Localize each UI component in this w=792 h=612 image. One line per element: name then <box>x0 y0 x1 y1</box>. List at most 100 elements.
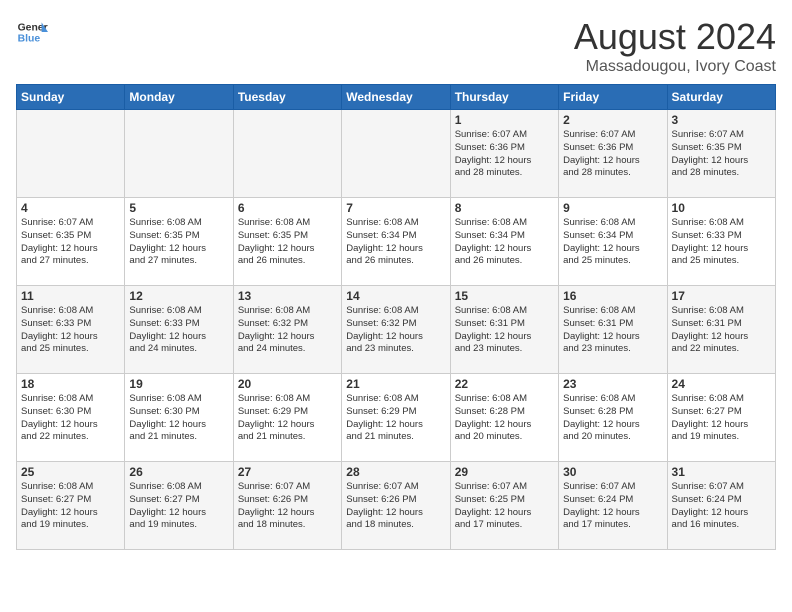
calendar-cell: 11Sunrise: 6:08 AM Sunset: 6:33 PM Dayli… <box>17 286 125 374</box>
calendar-cell: 24 Sunrise: 6:08 AM Sunset: 6:27 PM Dayli… <box>667 374 775 462</box>
calendar-cell: 17 Sunrise: 6:08 AM Sunset: 6:31 PM Dayli… <box>667 286 775 374</box>
calendar-cell: 7 Sunrise: 6:08 AM Sunset: 6:34 PM Daylig… <box>342 198 450 286</box>
calendar-cell: 28Sunrise: 6:07 AM Sunset: 6:26 PM Dayli… <box>342 462 450 550</box>
day-number: 31 <box>672 465 771 479</box>
header-tuesday: Tuesday <box>233 85 341 110</box>
day-number: 14 <box>346 289 445 303</box>
day-number: 18 <box>21 377 120 391</box>
calendar-cell: 21 Sunrise: 6:08 AM Sunset: 6:29 PM Dayli… <box>342 374 450 462</box>
day-detail: Sunrise: 6:08 AM Sunset: 6:33 PM Dayligh… <box>129 305 228 356</box>
day-detail: Sunrise: 6:07 AM Sunset: 6:25 PM Dayligh… <box>455 481 554 532</box>
day-detail: Sunrise: 6:08 AM Sunset: 6:27 PM Dayligh… <box>129 481 228 532</box>
calendar-cell: 23Sunrise: 6:08 AM Sunset: 6:28 PM Dayli… <box>559 374 667 462</box>
calendar-cell: 20Sunrise: 6:08 AM Sunset: 6:29 PM Dayli… <box>233 374 341 462</box>
calendar-cell: 30 Sunrise: 6:07 AM Sunset: 6:24 PM Dayli… <box>559 462 667 550</box>
calendar-week-row: 4 Sunrise: 6:07 AM Sunset: 6:35 PM Daylig… <box>17 198 776 286</box>
day-detail: Sunrise: 6:07 AM Sunset: 6:36 PM Dayligh… <box>563 129 662 180</box>
day-detail: Sunrise: 6:08 AM Sunset: 6:29 PM Dayligh… <box>346 393 445 444</box>
calendar-cell: 4 Sunrise: 6:07 AM Sunset: 6:35 PM Daylig… <box>17 198 125 286</box>
day-number: 17 <box>672 289 771 303</box>
day-number: 6 <box>238 201 337 215</box>
calendar-cell <box>17 110 125 198</box>
day-detail: Sunrise: 6:08 AM Sunset: 6:35 PM Dayligh… <box>238 217 337 268</box>
day-detail: Sunrise: 6:08 AM Sunset: 6:34 PM Dayligh… <box>455 217 554 268</box>
day-number: 5 <box>129 201 228 215</box>
calendar-table: SundayMondayTuesdayWednesdayThursdayFrid… <box>16 84 776 550</box>
calendar-cell: 14Sunrise: 6:08 AM Sunset: 6:32 PM Dayli… <box>342 286 450 374</box>
day-number: 1 <box>455 113 554 127</box>
calendar-week-row: 25 Sunrise: 6:08 AM Sunset: 6:27 PM Dayli… <box>17 462 776 550</box>
calendar-cell: 8Sunrise: 6:08 AM Sunset: 6:34 PM Daylig… <box>450 198 558 286</box>
day-number: 10 <box>672 201 771 215</box>
day-detail: Sunrise: 6:08 AM Sunset: 6:31 PM Dayligh… <box>563 305 662 356</box>
day-detail: Sunrise: 6:07 AM Sunset: 6:24 PM Dayligh… <box>672 481 771 532</box>
calendar-cell: 29 Sunrise: 6:07 AM Sunset: 6:25 PM Dayli… <box>450 462 558 550</box>
calendar-cell: 3 Sunrise: 6:07 AM Sunset: 6:35 PM Daylig… <box>667 110 775 198</box>
calendar-cell: 12 Sunrise: 6:08 AM Sunset: 6:33 PM Dayli… <box>125 286 233 374</box>
day-number: 19 <box>129 377 228 391</box>
logo-icon: General Blue <box>16 16 48 48</box>
header: General Blue August 2024 Massadougou, Iv… <box>16 16 776 76</box>
calendar-cell: 18 Sunrise: 6:08 AM Sunset: 6:30 PM Dayli… <box>17 374 125 462</box>
day-number: 26 <box>129 465 228 479</box>
day-number: 22 <box>455 377 554 391</box>
logo: General Blue <box>16 16 48 48</box>
header-sunday: Sunday <box>17 85 125 110</box>
header-saturday: Saturday <box>667 85 775 110</box>
calendar-cell: 31 Sunrise: 6:07 AM Sunset: 6:24 PM Dayli… <box>667 462 775 550</box>
day-detail: Sunrise: 6:08 AM Sunset: 6:27 PM Dayligh… <box>672 393 771 444</box>
day-detail: Sunrise: 6:08 AM Sunset: 6:33 PM Dayligh… <box>672 217 771 268</box>
calendar-cell: 16Sunrise: 6:08 AM Sunset: 6:31 PM Dayli… <box>559 286 667 374</box>
calendar-subtitle: Massadougou, Ivory Coast <box>574 58 776 76</box>
day-detail: Sunrise: 6:08 AM Sunset: 6:31 PM Dayligh… <box>672 305 771 356</box>
header-monday: Monday <box>125 85 233 110</box>
calendar-cell <box>233 110 341 198</box>
day-number: 29 <box>455 465 554 479</box>
svg-text:Blue: Blue <box>18 34 41 45</box>
day-detail: Sunrise: 6:08 AM Sunset: 6:28 PM Dayligh… <box>455 393 554 444</box>
day-detail: Sunrise: 6:08 AM Sunset: 6:34 PM Dayligh… <box>346 217 445 268</box>
day-number: 3 <box>672 113 771 127</box>
calendar-cell: 19 Sunrise: 6:08 AM Sunset: 6:30 PM Dayli… <box>125 374 233 462</box>
calendar-cell <box>342 110 450 198</box>
calendar-body: 1 Sunrise: 6:07 AM Sunset: 6:36 PM Daylig… <box>17 110 776 550</box>
day-number: 7 <box>346 201 445 215</box>
calendar-cell: 1Sunrise: 6:07 AM Sunset: 6:36 PM Daylig… <box>450 110 558 198</box>
day-number: 24 <box>672 377 771 391</box>
day-number: 25 <box>21 465 120 479</box>
header-friday: Friday <box>559 85 667 110</box>
day-number: 12 <box>129 289 228 303</box>
day-number: 30 <box>563 465 662 479</box>
calendar-cell: 26 Sunrise: 6:08 AM Sunset: 6:27 PM Dayli… <box>125 462 233 550</box>
calendar-cell <box>125 110 233 198</box>
day-detail: Sunrise: 6:08 AM Sunset: 6:30 PM Dayligh… <box>129 393 228 444</box>
calendar-cell: 5Sunrise: 6:08 AM Sunset: 6:35 PM Daylig… <box>125 198 233 286</box>
day-detail: Sunrise: 6:08 AM Sunset: 6:29 PM Dayligh… <box>238 393 337 444</box>
day-number: 4 <box>21 201 120 215</box>
day-number: 13 <box>238 289 337 303</box>
day-detail: Sunrise: 6:08 AM Sunset: 6:28 PM Dayligh… <box>563 393 662 444</box>
day-number: 21 <box>346 377 445 391</box>
day-number: 15 <box>455 289 554 303</box>
day-detail: Sunrise: 6:07 AM Sunset: 6:24 PM Dayligh… <box>563 481 662 532</box>
day-number: 9 <box>563 201 662 215</box>
calendar-cell: 15 Sunrise: 6:08 AM Sunset: 6:31 PM Dayli… <box>450 286 558 374</box>
day-detail: Sunrise: 6:08 AM Sunset: 6:27 PM Dayligh… <box>21 481 120 532</box>
day-detail: Sunrise: 6:08 AM Sunset: 6:31 PM Dayligh… <box>455 305 554 356</box>
header-thursday: Thursday <box>450 85 558 110</box>
calendar-header-row: SundayMondayTuesdayWednesdayThursdayFrid… <box>17 85 776 110</box>
title-area: August 2024 Massadougou, Ivory Coast <box>574 16 776 76</box>
calendar-cell: 22 Sunrise: 6:08 AM Sunset: 6:28 PM Dayli… <box>450 374 558 462</box>
header-wednesday: Wednesday <box>342 85 450 110</box>
day-number: 11 <box>21 289 120 303</box>
calendar-week-row: 1 Sunrise: 6:07 AM Sunset: 6:36 PM Daylig… <box>17 110 776 198</box>
day-number: 2 <box>563 113 662 127</box>
day-detail: Sunrise: 6:07 AM Sunset: 6:35 PM Dayligh… <box>21 217 120 268</box>
calendar-week-row: 11 Sunrise: 6:08 AM Sunset: 6:33 PM Dayli… <box>17 286 776 374</box>
calendar-week-row: 18 Sunrise: 6:08 AM Sunset: 6:30 PM Dayli… <box>17 374 776 462</box>
day-detail: Sunrise: 6:08 AM Sunset: 6:30 PM Dayligh… <box>21 393 120 444</box>
calendar-cell: 2 Sunrise: 6:07 AM Sunset: 6:36 PM Daylig… <box>559 110 667 198</box>
day-number: 27 <box>238 465 337 479</box>
calendar-cell: 6 Sunrise: 6:08 AM Sunset: 6:35 PM Daylig… <box>233 198 341 286</box>
day-detail: Sunrise: 6:07 AM Sunset: 6:35 PM Dayligh… <box>672 129 771 180</box>
